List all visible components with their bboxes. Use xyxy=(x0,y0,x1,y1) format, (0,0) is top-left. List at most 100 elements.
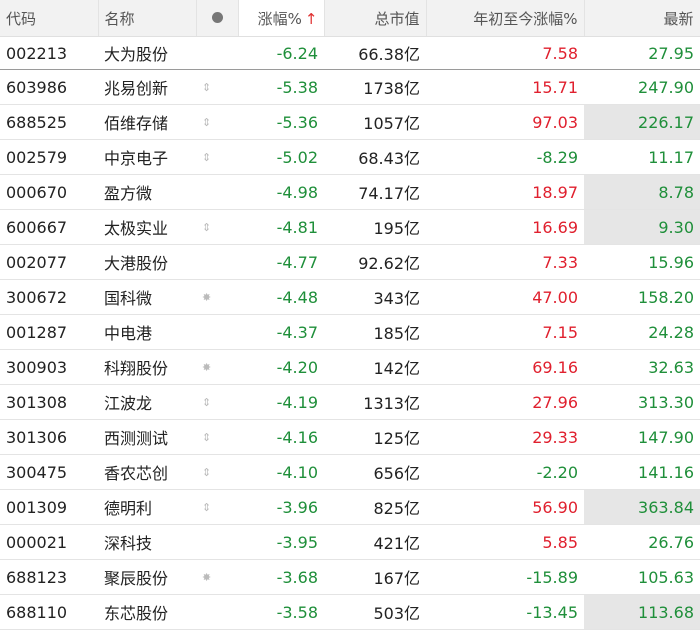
ytd-change: 15.71 xyxy=(426,69,584,105)
latest-price: 158.20 xyxy=(584,279,700,315)
stock-name: 太极实业 xyxy=(98,209,196,245)
table-row[interactable]: 603986 兆易创新 ⇕ -5.38 1738亿 15.71 247.90 xyxy=(0,69,700,105)
table-row[interactable]: 688123 聚辰股份 ✸ -3.68 167亿 -15.89 105.63 xyxy=(0,559,700,595)
stock-name: 聚辰股份 xyxy=(98,559,196,595)
status-flag-icon xyxy=(196,524,238,560)
table-row[interactable]: 688525 佰维存储 ⇕ -5.36 1057亿 97.03 226.17 xyxy=(0,104,700,140)
latest-price: 113.68 xyxy=(584,594,700,630)
stock-code: 688110 xyxy=(0,594,98,630)
market-cap: 92.62亿 xyxy=(324,244,426,280)
sort-ascending-icon: ↑ xyxy=(304,9,318,28)
stock-name: 兆易创新 xyxy=(98,69,196,105)
column-header-market-cap[interactable]: 总市值 xyxy=(324,0,427,37)
stock-code: 002213 xyxy=(0,36,98,70)
status-flag-icon xyxy=(196,174,238,210)
stock-code: 600667 xyxy=(0,209,98,245)
latest-price: 9.30 xyxy=(584,209,700,245)
market-cap: 503亿 xyxy=(324,594,426,630)
market-cap: 142亿 xyxy=(324,349,426,385)
latest-price: 15.96 xyxy=(584,244,700,280)
latest-price: 8.78 xyxy=(584,174,700,210)
change-pct: -4.19 xyxy=(238,384,324,420)
market-cap: 656亿 xyxy=(324,454,426,490)
latest-price: 32.63 xyxy=(584,349,700,385)
table-row[interactable]: 600667 太极实业 ⇕ -4.81 195亿 16.69 9.30 xyxy=(0,209,700,245)
column-header-ytd-change[interactable]: 年初至今涨幅% xyxy=(426,0,585,37)
market-cap: 343亿 xyxy=(324,279,426,315)
ytd-change: 7.15 xyxy=(426,314,584,350)
status-flag-icon: ✸ xyxy=(196,349,238,385)
change-pct: -6.24 xyxy=(238,36,324,70)
status-flag-icon: ✸ xyxy=(196,279,238,315)
change-pct: -4.20 xyxy=(238,349,324,385)
ytd-change: 16.69 xyxy=(426,209,584,245)
change-pct: -4.98 xyxy=(238,174,324,210)
stock-name: 江波龙 xyxy=(98,384,196,420)
table-row[interactable]: 688110 东芯股份 -3.58 503亿 -13.45 113.68 xyxy=(0,594,700,630)
status-flag-icon: ⇕ xyxy=(196,489,238,525)
market-cap: 185亿 xyxy=(324,314,426,350)
stock-code: 002579 xyxy=(0,139,98,175)
table-row[interactable]: 300672 国科微 ✸ -4.48 343亿 47.00 158.20 xyxy=(0,279,700,315)
table-row[interactable]: 000021 深科技 -3.95 421亿 5.85 26.76 xyxy=(0,524,700,560)
stock-name: 科翔股份 xyxy=(98,349,196,385)
change-pct: -3.96 xyxy=(238,489,324,525)
table-row[interactable]: 300475 香农芯创 ⇕ -4.10 656亿 -2.20 141.16 xyxy=(0,454,700,490)
status-flag-icon: ⇕ xyxy=(196,104,238,140)
stock-name: 大港股份 xyxy=(98,244,196,280)
status-flag-icon: ⇕ xyxy=(196,139,238,175)
table-row[interactable]: 301308 江波龙 ⇕ -4.19 1313亿 27.96 313.30 xyxy=(0,384,700,420)
table-row[interactable]: 002213 大为股份 -6.24 66.38亿 7.58 27.95 xyxy=(0,36,700,70)
ytd-change: 18.97 xyxy=(426,174,584,210)
column-header-change-pct[interactable]: 涨幅% ↑ xyxy=(238,0,325,37)
stock-name: 国科微 xyxy=(98,279,196,315)
stock-name: 德明利 xyxy=(98,489,196,525)
table-row[interactable]: 300903 科翔股份 ✸ -4.20 142亿 69.16 32.63 xyxy=(0,349,700,385)
latest-price: 141.16 xyxy=(584,454,700,490)
stock-code: 000021 xyxy=(0,524,98,560)
stock-code: 001309 xyxy=(0,489,98,525)
latest-price: 11.17 xyxy=(584,139,700,175)
stock-code: 301306 xyxy=(0,419,98,455)
latest-price: 226.17 xyxy=(584,104,700,140)
stock-name: 东芯股份 xyxy=(98,594,196,630)
ytd-change: 27.96 xyxy=(426,384,584,420)
ytd-change: 7.33 xyxy=(426,244,584,280)
change-pct: -4.10 xyxy=(238,454,324,490)
column-header-name[interactable]: 名称 xyxy=(98,0,197,37)
table-row[interactable]: 002077 大港股份 -4.77 92.62亿 7.33 15.96 xyxy=(0,244,700,280)
table-row[interactable]: 301306 西测测试 ⇕ -4.16 125亿 29.33 147.90 xyxy=(0,419,700,455)
market-cap: 825亿 xyxy=(324,489,426,525)
table-row[interactable]: 001287 中电港 -4.37 185亿 7.15 24.28 xyxy=(0,314,700,350)
market-cap: 167亿 xyxy=(324,559,426,595)
latest-price: 26.76 xyxy=(584,524,700,560)
column-header-flag[interactable] xyxy=(196,0,239,37)
stock-code: 688123 xyxy=(0,559,98,595)
change-pct: -4.37 xyxy=(238,314,324,350)
market-cap: 74.17亿 xyxy=(324,174,426,210)
market-cap: 66.38亿 xyxy=(324,36,426,70)
change-pct: -4.77 xyxy=(238,244,324,280)
latest-price: 24.28 xyxy=(584,314,700,350)
change-pct: -3.68 xyxy=(238,559,324,595)
table-body: 002213 大为股份 -6.24 66.38亿 7.58 27.95 603986 兆易创新… xyxy=(0,36,700,630)
market-cap: 1057亿 xyxy=(324,104,426,140)
table-row[interactable]: 000670 盈方微 -4.98 74.17亿 18.97 8.78 xyxy=(0,174,700,210)
stock-code: 002077 xyxy=(0,244,98,280)
change-pct: -5.36 xyxy=(238,104,324,140)
status-flag-icon xyxy=(196,314,238,350)
market-cap: 1738亿 xyxy=(324,69,426,105)
market-cap: 68.43亿 xyxy=(324,139,426,175)
ytd-change: 29.33 xyxy=(426,419,584,455)
stock-name: 深科技 xyxy=(98,524,196,560)
column-header-latest[interactable]: 最新 xyxy=(584,0,700,37)
status-flag-icon: ✸ xyxy=(196,559,238,595)
stock-code: 000670 xyxy=(0,174,98,210)
ytd-change: -15.89 xyxy=(426,559,584,595)
column-header-code[interactable]: 代码 xyxy=(0,0,99,37)
stock-code: 001287 xyxy=(0,314,98,350)
stock-name: 中电港 xyxy=(98,314,196,350)
table-row[interactable]: 001309 德明利 ⇕ -3.96 825亿 56.90 363.84 xyxy=(0,489,700,525)
table-row[interactable]: 002579 中京电子 ⇕ -5.02 68.43亿 -8.29 11.17 xyxy=(0,139,700,175)
change-pct: -4.81 xyxy=(238,209,324,245)
